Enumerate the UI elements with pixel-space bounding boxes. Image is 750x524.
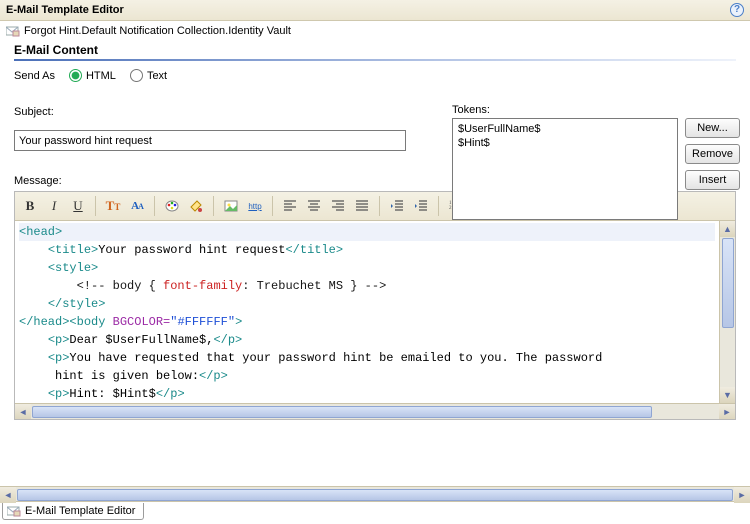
tokens-list[interactable]: $UserFullName$ $Hint$ xyxy=(452,118,678,220)
tokens-area: Tokens: $UserFullName$ $Hint$ xyxy=(452,104,678,220)
scroll-left-icon[interactable]: ◄ xyxy=(15,404,31,419)
breadcrumb-text: Forgot Hint.Default Notification Collect… xyxy=(24,25,291,37)
title-bar: E-Mail Template Editor ? xyxy=(0,0,750,21)
token-buttons: New... Remove Insert xyxy=(685,118,740,190)
bottom-tab-email-template-editor[interactable]: E-Mail Template Editor xyxy=(2,503,144,520)
scroll-right-icon[interactable]: ► xyxy=(734,487,750,503)
html-radio-input[interactable] xyxy=(69,69,82,82)
scroll-down-icon[interactable]: ▼ xyxy=(720,387,735,403)
send-as-html-label: HTML xyxy=(86,70,116,82)
insert-link-button[interactable]: http xyxy=(244,195,266,217)
align-center-button[interactable] xyxy=(303,195,325,217)
code-area-wrap: <head> <title>Your password hint request… xyxy=(15,221,735,419)
section-title: E-Mail Content xyxy=(0,41,750,57)
tokens-label: Tokens: xyxy=(452,104,678,116)
horizontal-scroll-thumb[interactable] xyxy=(17,489,733,501)
help-icon[interactable]: ? xyxy=(730,3,744,17)
send-as-html-radio[interactable]: HTML xyxy=(69,69,116,82)
bottom-tab-label: E-Mail Template Editor xyxy=(25,505,135,517)
send-as-text-label: Text xyxy=(147,70,167,82)
align-right-button[interactable] xyxy=(327,195,349,217)
bg-color-button[interactable] xyxy=(185,195,207,217)
template-icon xyxy=(7,506,21,517)
code-editor[interactable]: <head> <title>Your password hint request… xyxy=(15,221,719,403)
font-size-button[interactable]: AA xyxy=(126,195,148,217)
vertical-scroll-thumb[interactable] xyxy=(722,238,734,328)
toolbar-separator xyxy=(379,196,380,216)
horizontal-scroll-thumb[interactable] xyxy=(32,406,652,418)
scroll-right-icon[interactable]: ► xyxy=(719,404,735,419)
window-title: E-Mail Template Editor xyxy=(6,4,124,16)
editor-vertical-scrollbar[interactable]: ▲ ▼ xyxy=(719,221,735,403)
underline-button[interactable]: U xyxy=(67,195,89,217)
template-icon xyxy=(6,26,20,37)
new-token-button[interactable]: New... xyxy=(685,118,740,138)
editor-horizontal-scrollbar[interactable]: ◄ ► xyxy=(15,403,735,419)
send-as-text-radio[interactable]: Text xyxy=(130,69,167,82)
align-justify-button[interactable] xyxy=(351,195,373,217)
toolbar-separator xyxy=(272,196,273,216)
send-as-row: Send As HTML Text xyxy=(14,69,736,82)
scroll-up-icon[interactable]: ▲ xyxy=(720,221,735,237)
insert-token-button[interactable]: Insert xyxy=(685,170,740,190)
align-left-button[interactable] xyxy=(279,195,301,217)
section-underline xyxy=(14,59,736,61)
text-color-button[interactable] xyxy=(161,195,183,217)
breadcrumb: Forgot Hint.Default Notification Collect… xyxy=(0,21,750,41)
bold-button[interactable]: B xyxy=(19,195,41,217)
italic-button[interactable]: I xyxy=(43,195,65,217)
toolbar-separator xyxy=(154,196,155,216)
subject-input[interactable] xyxy=(14,130,406,151)
remove-token-button[interactable]: Remove xyxy=(685,144,740,164)
text-radio-input[interactable] xyxy=(130,69,143,82)
bottom-tab-bar: E-Mail Template Editor xyxy=(0,503,144,523)
toolbar-separator xyxy=(95,196,96,216)
send-as-label: Send As xyxy=(14,70,55,82)
toolbar-separator xyxy=(213,196,214,216)
toolbar-separator xyxy=(438,196,439,216)
insert-image-button[interactable] xyxy=(220,195,242,217)
pane-horizontal-scrollbar[interactable]: ◄ ► xyxy=(0,486,750,502)
editor-frame: B I U TT AA http xyxy=(14,191,736,420)
font-button[interactable]: TT xyxy=(102,195,124,217)
indent-button[interactable] xyxy=(410,195,432,217)
outdent-button[interactable] xyxy=(386,195,408,217)
scroll-left-icon[interactable]: ◄ xyxy=(0,487,16,503)
